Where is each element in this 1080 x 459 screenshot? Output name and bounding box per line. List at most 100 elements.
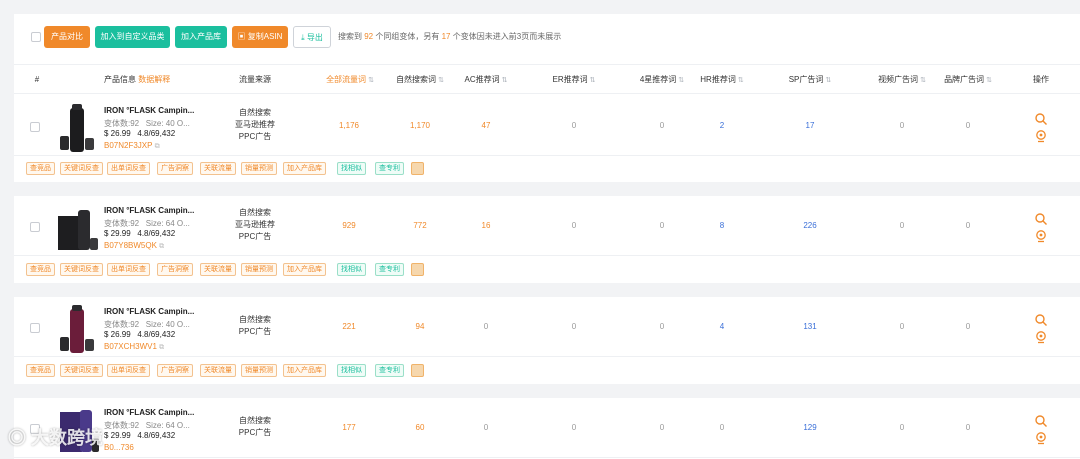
- compare-button[interactable]: 产品对比: [44, 26, 90, 48]
- search-icon[interactable]: [1034, 414, 1048, 428]
- copy-asin-button[interactable]: ▣ 复制ASIN: [232, 26, 288, 48]
- product-price: $ 26.99: [104, 330, 131, 339]
- tag-find-similar[interactable]: 找相似: [337, 263, 366, 276]
- calculator-icon[interactable]: [411, 162, 424, 175]
- product-name[interactable]: IRON °FLASK Campin...: [104, 307, 194, 316]
- search-icon[interactable]: [1034, 313, 1048, 327]
- export-button[interactable]: ⤓ 导出: [293, 26, 331, 48]
- product-asin[interactable]: B07XCH3WV1 ⧉: [104, 342, 164, 352]
- locate-icon[interactable]: [1034, 229, 1048, 243]
- asin-link[interactable]: B07Y8BW5QK: [104, 241, 157, 250]
- all-keywords-value[interactable]: 1,176: [314, 96, 384, 156]
- search-icon[interactable]: [1034, 212, 1048, 226]
- sp-value[interactable]: 129: [774, 398, 846, 458]
- locate-icon[interactable]: [1034, 129, 1048, 143]
- tag-keyword-reverse[interactable]: 关键词反查: [60, 364, 103, 377]
- source-item: 自然搜索: [239, 208, 271, 217]
- all-keywords-value[interactable]: 929: [314, 196, 384, 256]
- product-asin[interactable]: B0...736: [104, 443, 134, 452]
- row-checkbox[interactable]: [30, 122, 40, 132]
- external-link-icon[interactable]: ⧉: [159, 243, 164, 250]
- organic-value[interactable]: 1,170: [384, 96, 456, 156]
- col-brand[interactable]: 品牌广告词 ⇅: [932, 65, 1004, 96]
- col-er[interactable]: ER推荐词 ⇅: [538, 65, 610, 96]
- traffic-sources: 自然搜索 亚马逊推荐 PPC广告: [224, 207, 286, 243]
- product-name[interactable]: IRON °FLASK Campin...: [104, 206, 194, 215]
- tag-add-library[interactable]: 加入产品库: [283, 364, 326, 377]
- calculator-icon[interactable]: [411, 364, 424, 377]
- row-checkbox[interactable]: [30, 323, 40, 333]
- hr-value[interactable]: 4: [686, 297, 758, 357]
- product-name[interactable]: IRON °FLASK Campin...: [104, 408, 194, 417]
- locate-icon[interactable]: [1034, 431, 1048, 445]
- col-hr[interactable]: HR推荐词 ⇅: [686, 65, 758, 96]
- calculator-icon[interactable]: [411, 263, 424, 276]
- tag-ad-insight[interactable]: 广告洞察: [157, 162, 193, 175]
- tag-add-library[interactable]: 加入产品库: [283, 263, 326, 276]
- product-asin[interactable]: B07Y8BW5QK ⧉: [104, 241, 164, 251]
- tag-competitor[interactable]: 查竞品: [26, 364, 55, 377]
- col-ac[interactable]: AC推荐词 ⇅: [450, 65, 522, 96]
- tag-competitor[interactable]: 查竞品: [26, 263, 55, 276]
- asin-link[interactable]: B07N2F3JXP: [104, 141, 152, 150]
- tag-sales-forecast[interactable]: 销量预测: [241, 364, 277, 377]
- organic-value[interactable]: 94: [384, 297, 456, 357]
- tag-order-keyword[interactable]: 出单词反查: [107, 162, 150, 175]
- add-custom-category-button[interactable]: 加入到自定义品类: [95, 26, 170, 48]
- asin-link[interactable]: B0...736: [104, 443, 134, 452]
- col-sp[interactable]: SP广告词 ⇅: [774, 65, 846, 96]
- product-name[interactable]: IRON °FLASK Campin...: [104, 106, 194, 115]
- result-summary: 搜索到 92 个同组变体，另有 17 个变体因未进入前3页而未展示: [338, 26, 561, 48]
- tag-order-keyword[interactable]: 出单词反查: [107, 364, 150, 377]
- asin-link[interactable]: B07XCH3WV1: [104, 342, 157, 351]
- product-size: Size: 40 O...: [145, 119, 190, 128]
- organic-value[interactable]: 772: [384, 196, 456, 256]
- col-organic[interactable]: 自然搜索词 ⇅: [384, 65, 456, 96]
- add-library-button[interactable]: 加入产品库: [175, 26, 227, 48]
- external-link-icon[interactable]: ⧉: [159, 344, 164, 351]
- locate-icon[interactable]: [1034, 330, 1048, 344]
- variant-count: 变体数:92: [104, 119, 140, 128]
- search-icon[interactable]: [1034, 112, 1048, 126]
- data-explain-link[interactable]: 数据解释: [138, 75, 170, 84]
- tag-ad-insight[interactable]: 广告洞察: [157, 263, 193, 276]
- tag-related-traffic[interactable]: 关联流量: [200, 162, 236, 175]
- tag-find-similar[interactable]: 找相似: [337, 162, 366, 175]
- tag-sales-forecast[interactable]: 销量预测: [241, 263, 277, 276]
- source-item: PPC广告: [238, 327, 272, 336]
- tag-sales-forecast[interactable]: 销量预测: [241, 162, 277, 175]
- ac-value[interactable]: 47: [450, 96, 522, 156]
- tag-keyword-reverse[interactable]: 关键词反查: [60, 162, 103, 175]
- row-checkbox[interactable]: [30, 222, 40, 232]
- sp-value[interactable]: 17: [774, 96, 846, 156]
- ac-value[interactable]: 16: [450, 196, 522, 256]
- select-all-checkbox[interactable]: [31, 32, 41, 42]
- tag-keyword-reverse[interactable]: 关键词反查: [60, 263, 103, 276]
- product-asin[interactable]: B07N2F3JXP ⧉: [104, 141, 160, 151]
- tag-competitor[interactable]: 查竞品: [26, 162, 55, 175]
- tag-related-traffic[interactable]: 关联流量: [200, 364, 236, 377]
- tag-ad-insight[interactable]: 广告洞察: [157, 364, 193, 377]
- tag-patent[interactable]: 查专利: [375, 263, 404, 276]
- hr-value[interactable]: 8: [686, 196, 758, 256]
- product-meta: 变体数:92 Size: 64 O...: [104, 420, 190, 431]
- toolbar: 产品对比 加入到自定义品类 加入产品库 ▣ 复制ASIN ⤓ 导出 搜索到 92…: [14, 26, 1080, 50]
- tag-patent[interactable]: 查专利: [375, 364, 404, 377]
- variant-count: 变体数:92: [104, 219, 140, 228]
- external-link-icon[interactable]: ⧉: [155, 143, 160, 150]
- sp-value[interactable]: 226: [774, 196, 846, 256]
- source-item: 自然搜索: [239, 108, 271, 117]
- tag-related-traffic[interactable]: 关联流量: [200, 263, 236, 276]
- col-all-keywords[interactable]: 全部流量词 ⇅: [314, 65, 386, 96]
- col-video[interactable]: 视频广告词 ⇅: [866, 65, 938, 96]
- organic-value[interactable]: 60: [384, 398, 456, 458]
- tag-patent[interactable]: 查专利: [375, 162, 404, 175]
- tag-order-keyword[interactable]: 出单词反查: [107, 263, 150, 276]
- sp-value[interactable]: 131: [774, 297, 846, 357]
- tag-find-similar[interactable]: 找相似: [337, 364, 366, 377]
- all-keywords-value[interactable]: 221: [314, 297, 384, 357]
- tag-add-library[interactable]: 加入产品库: [283, 162, 326, 175]
- all-keywords-value[interactable]: 177: [314, 398, 384, 458]
- watermark-text: 大数跨境: [31, 428, 104, 448]
- hr-value[interactable]: 2: [686, 96, 758, 156]
